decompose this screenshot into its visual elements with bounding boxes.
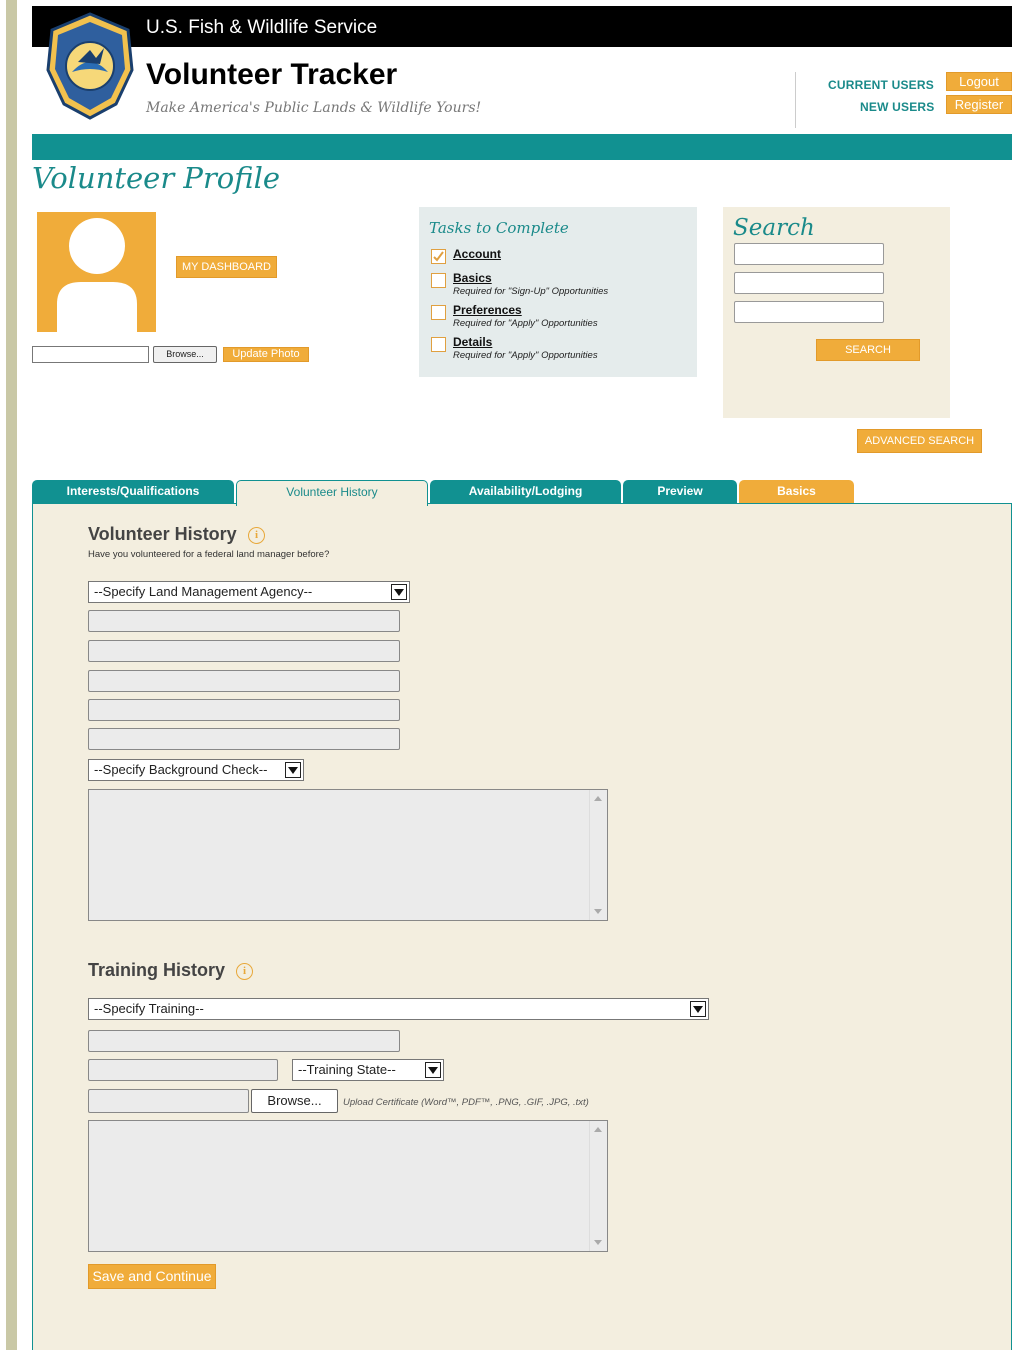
chevron-down-icon (690, 1001, 706, 1017)
save-continue-button[interactable]: Save and Continue (88, 1264, 216, 1289)
task-link[interactable]: Basics (453, 271, 492, 285)
left-border (6, 0, 17, 1350)
advanced-search-button[interactable]: ADVANCED SEARCH (857, 429, 982, 453)
tasks-title: Tasks to Complete (429, 219, 569, 237)
task-checkbox[interactable] (431, 337, 446, 352)
agency-name: U.S. Fish & Wildlife Service (146, 17, 378, 38)
task-note: Required for "Sign-Up" Opportunities (453, 286, 609, 297)
app-title: Volunteer Tracker (146, 58, 398, 91)
tab-panel: Volunteer History i Have you volunteered… (32, 503, 1012, 1350)
search-button[interactable]: SEARCH (816, 339, 920, 361)
training-state-value: --Training State-- (298, 1062, 396, 1077)
search-panel: Search SEARCH (723, 207, 950, 418)
upload-hint: Upload Certificate (Word™, PDF™, .PNG, .… (343, 1097, 589, 1108)
chevron-down-icon (425, 1062, 441, 1078)
training-select-value: --Specify Training-- (94, 1001, 204, 1016)
background-select-value: --Specify Background Check-- (94, 762, 268, 777)
user-silhouette-icon (57, 218, 137, 332)
photo-file-field[interactable] (32, 346, 149, 363)
history-field-3[interactable] (88, 670, 400, 692)
training-select[interactable]: --Specify Training-- (88, 998, 709, 1020)
training-field-1[interactable] (88, 1030, 400, 1052)
history-field-4[interactable] (88, 699, 400, 721)
certificate-file-field[interactable] (88, 1089, 249, 1113)
search-title: Search (733, 215, 815, 241)
task-checkbox[interactable] (431, 273, 446, 288)
task-link[interactable]: Details (453, 335, 492, 349)
tab-basics[interactable]: Basics (739, 480, 854, 505)
agency-select[interactable]: --Specify Land Management Agency-- (88, 581, 410, 603)
tasks-panel: Tasks to Complete Account Basics Require… (419, 207, 697, 377)
tab-availability[interactable]: Availability/Lodging (430, 480, 621, 505)
register-button[interactable]: Register (946, 95, 1012, 114)
search-input-2[interactable] (734, 272, 884, 294)
search-input-3[interactable] (734, 301, 884, 323)
scrollbar[interactable] (589, 1121, 607, 1251)
task-link[interactable]: Account (453, 247, 501, 261)
chevron-down-icon (391, 584, 407, 600)
tab-interests[interactable]: Interests/Qualifications (32, 480, 234, 505)
agency-select-value: --Specify Land Management Agency-- (94, 584, 313, 599)
training-history-title: Training History (88, 960, 226, 980)
search-input-1[interactable] (734, 243, 884, 265)
page-title: Volunteer Profile (32, 161, 281, 195)
tagline: Make America's Public Lands & Wildlife Y… (146, 100, 482, 116)
task-checkbox[interactable] (431, 249, 446, 264)
info-icon[interactable]: i (236, 963, 253, 980)
tab-volunteer-history[interactable]: Volunteer History (236, 480, 428, 506)
photo-browse-button[interactable]: Browse... (153, 346, 217, 363)
background-check-select[interactable]: --Specify Background Check-- (88, 759, 304, 781)
task-note: Required for "Apply" Opportunities (453, 318, 598, 329)
my-dashboard-button[interactable]: MY DASHBOARD (176, 256, 277, 278)
history-field-5[interactable] (88, 728, 400, 750)
training-state-select[interactable]: --Training State-- (292, 1059, 444, 1081)
history-field-2[interactable] (88, 640, 400, 662)
new-users-label: NEW USERS (860, 100, 935, 114)
task-note: Required for "Apply" Opportunities (453, 350, 598, 361)
tab-preview[interactable]: Preview (623, 480, 737, 505)
history-notes-textarea[interactable] (88, 789, 608, 921)
training-field-2[interactable] (88, 1059, 278, 1081)
task-link[interactable]: Preferences (453, 303, 522, 317)
scrollbar[interactable] (589, 790, 607, 920)
history-field-1[interactable] (88, 610, 400, 632)
header-divider (795, 72, 796, 128)
update-photo-button[interactable]: Update Photo (223, 347, 309, 362)
fws-logo-icon (46, 12, 134, 120)
certificate-browse-button[interactable]: Browse... (251, 1089, 338, 1113)
top-bar: U.S. Fish & Wildlife Service (32, 6, 1012, 47)
volunteer-history-title: Volunteer History (88, 524, 237, 544)
current-users-label: CURRENT USERS (828, 78, 934, 92)
training-notes-textarea[interactable] (88, 1120, 608, 1252)
checkmark-icon (433, 251, 444, 262)
info-icon[interactable]: i (248, 527, 265, 544)
nav-band (32, 134, 1012, 160)
avatar (37, 212, 156, 332)
task-checkbox[interactable] (431, 305, 446, 320)
volunteer-history-subtitle: Have you volunteered for a federal land … (88, 549, 330, 560)
chevron-down-icon (285, 762, 301, 778)
logout-button[interactable]: Logout (946, 72, 1012, 91)
